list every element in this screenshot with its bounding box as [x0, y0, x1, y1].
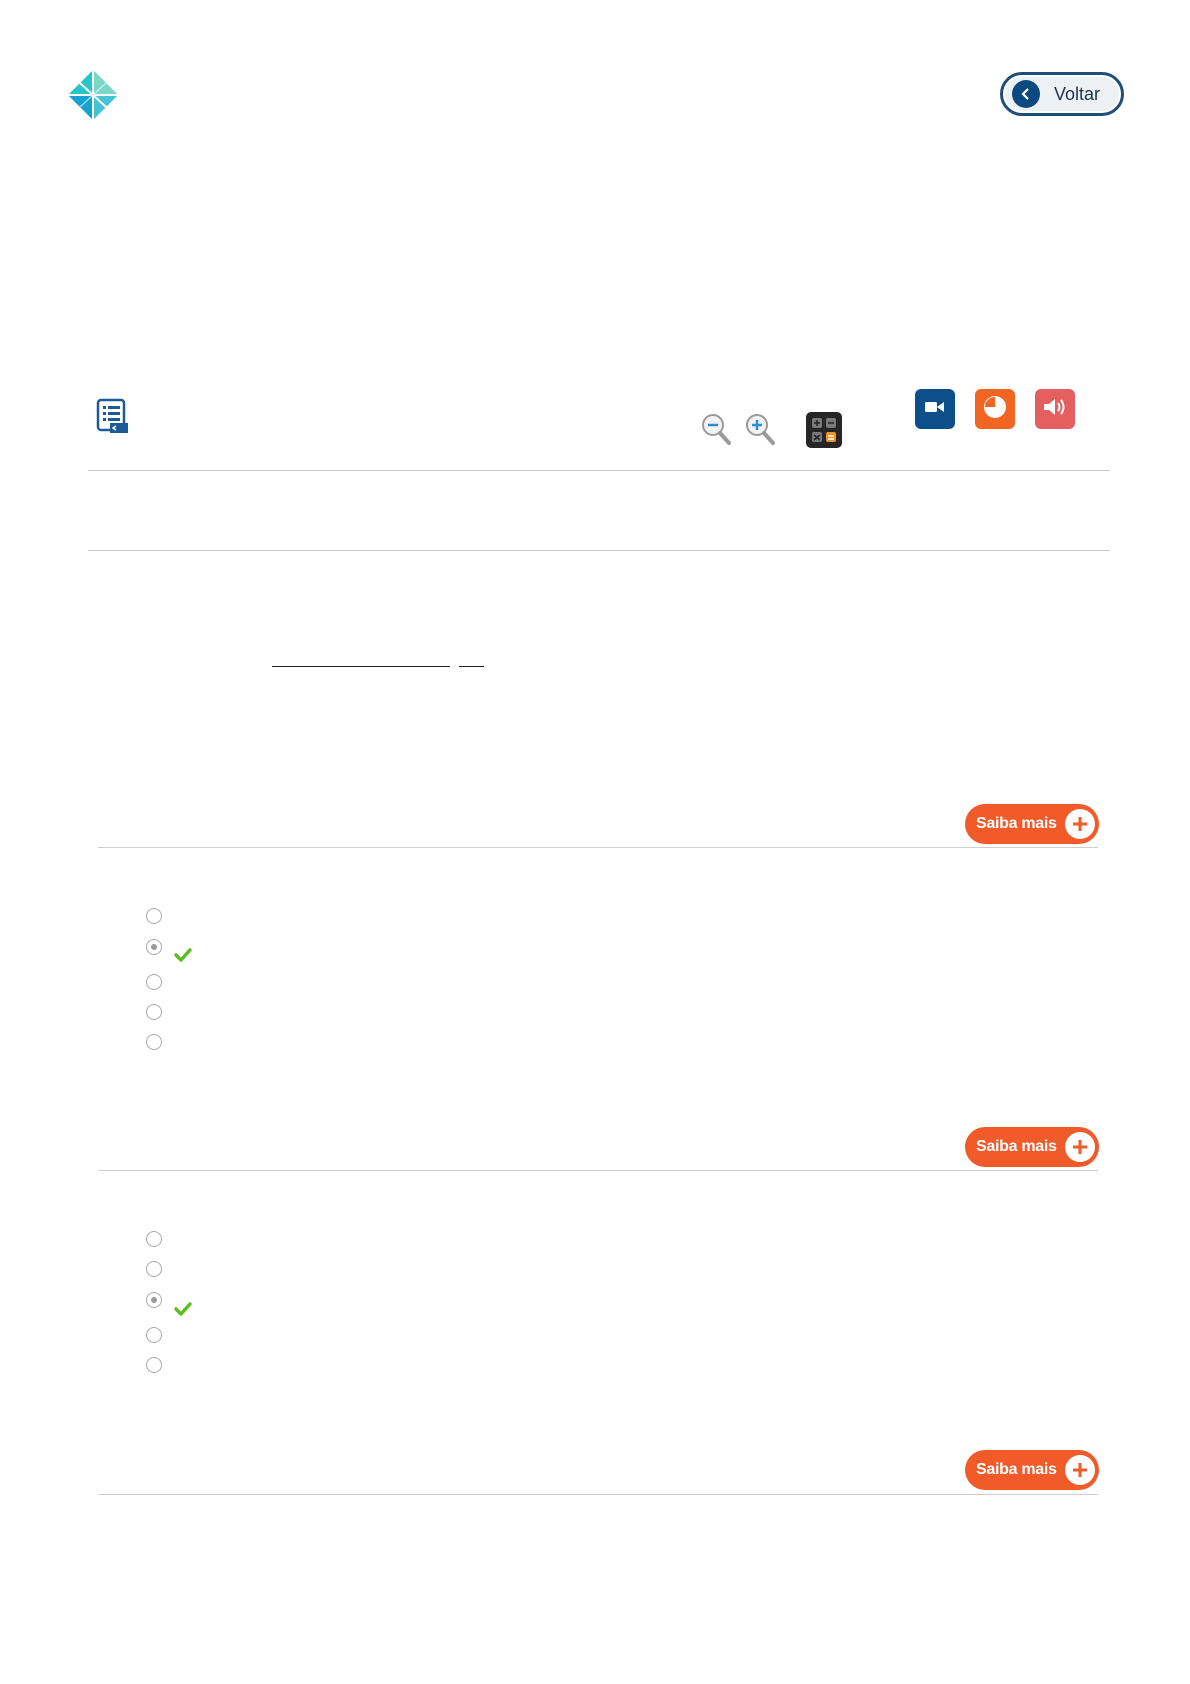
zoom-in-icon[interactable] — [744, 412, 776, 446]
saiba-mais-label: Saiba mais — [976, 1138, 1057, 1155]
calculator-icon[interactable] — [806, 412, 842, 448]
saiba-mais-label: Saiba mais — [976, 1461, 1057, 1478]
video-button[interactable] — [915, 389, 955, 429]
video-camera-icon — [925, 400, 945, 419]
checkmark-icon — [174, 948, 192, 962]
saiba-mais-button[interactable]: Saiba mais — [965, 1127, 1099, 1167]
fill-in-blank-line — [459, 666, 484, 667]
toolbar-divider — [88, 470, 1110, 471]
speaker-icon — [1043, 397, 1067, 422]
answer-option-radio[interactable] — [146, 974, 162, 990]
back-button-label: Voltar — [1054, 83, 1101, 104]
plus-icon — [1065, 809, 1095, 839]
audio-button[interactable] — [1035, 389, 1075, 429]
question-divider — [98, 847, 1098, 848]
plus-icon — [1065, 1455, 1095, 1485]
logo-icon — [68, 70, 118, 120]
answer-option-radio-selected[interactable] — [146, 1292, 162, 1308]
question-divider — [98, 1494, 1098, 1495]
answer-option-radio[interactable] — [146, 1231, 162, 1247]
back-button[interactable]: Voltar — [1000, 72, 1124, 116]
checkmark-icon — [174, 1302, 192, 1316]
zoom-out-icon[interactable] — [700, 412, 732, 446]
fill-in-blank-line — [272, 666, 450, 667]
saiba-mais-label: Saiba mais — [976, 815, 1057, 832]
answer-option-radio[interactable] — [146, 1004, 162, 1020]
answer-option-radio-selected[interactable] — [146, 939, 162, 955]
pie-chart-button[interactable] — [975, 389, 1015, 429]
saiba-mais-button[interactable]: Saiba mais — [965, 1450, 1099, 1490]
answer-option-radio[interactable] — [146, 1327, 162, 1343]
content-divider — [88, 550, 1110, 551]
answer-option-radio[interactable] — [146, 1357, 162, 1373]
answer-option-radio[interactable] — [146, 1034, 162, 1050]
saiba-mais-button[interactable]: Saiba mais — [965, 804, 1099, 844]
pie-chart-icon — [982, 394, 1008, 425]
document-list-icon[interactable] — [96, 398, 130, 436]
plus-icon — [1065, 1132, 1095, 1162]
question-divider — [98, 1170, 1098, 1171]
answer-option-radio[interactable] — [146, 908, 162, 924]
answer-option-radio[interactable] — [146, 1261, 162, 1277]
chevron-left-icon — [1012, 80, 1040, 108]
